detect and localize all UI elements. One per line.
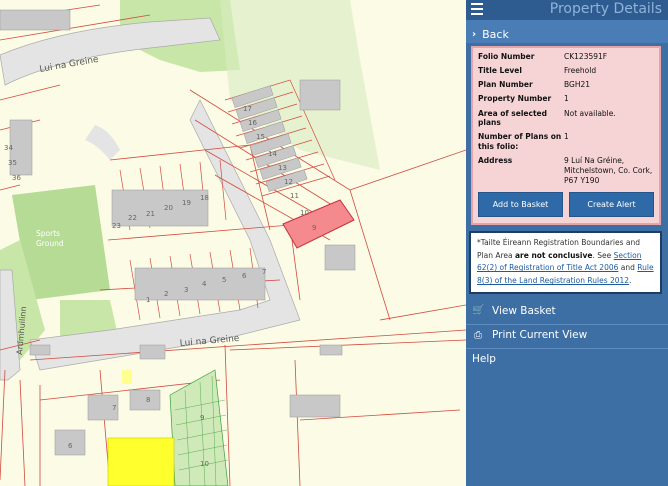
house-number: 18 — [200, 194, 209, 202]
house-number: 13 — [278, 164, 287, 172]
detail-key: Title Level — [478, 66, 522, 76]
detail-key: Folio Number — [478, 52, 535, 61]
house-number: 7 — [112, 404, 116, 412]
detail-value: 1 — [564, 94, 569, 104]
house-number: 4 — [202, 280, 207, 288]
property-details-box: Folio Number CK123591F Title Level Freehol… — [471, 46, 661, 225]
detail-value: CK123591F — [564, 52, 608, 61]
house-number: 17 — [243, 105, 252, 113]
house-number: 36 — [12, 174, 21, 182]
house-number: 2 — [164, 290, 168, 298]
detail-row: Property Number 1 — [478, 94, 654, 104]
detail-row: Address 9 Luí Na Gréine, Mitchelstown, Co… — [478, 156, 654, 186]
detail-row: Area of selected plans Not available. — [478, 109, 654, 129]
house-number: 6 — [68, 442, 73, 450]
house-number: 8 — [146, 396, 150, 404]
help-button[interactable]: Help — [466, 347, 668, 370]
create-alert-button[interactable]: Create Alert — [569, 191, 654, 217]
detail-key: Plan Number — [478, 80, 533, 90]
house-number: 15 — [256, 133, 265, 141]
map-canvas[interactable]: Lui na Greine Lui na Greine Ardmhuilinn … — [0, 0, 466, 486]
house-number: 10 — [300, 209, 309, 217]
basket-icon: 🛒 — [472, 305, 485, 317]
house-number: 5 — [222, 276, 226, 284]
house-number: 12 — [284, 178, 293, 186]
house-number: 10 — [200, 460, 209, 468]
house-number: 20 — [164, 204, 173, 212]
print-current-view-button[interactable]: ⎙ Print Current View — [466, 323, 668, 346]
panel-header: Property Details — [466, 0, 668, 20]
help-label: Help — [472, 353, 496, 366]
detail-key: Property Number — [478, 94, 552, 104]
property-details-panel: Property Details › Back Folio Number CK12… — [466, 0, 668, 486]
note-bold: are not conclusive — [514, 250, 593, 260]
house-number: 34 — [4, 144, 13, 152]
detail-row: Plan Number BGH21 — [478, 80, 654, 90]
back-label: Back — [482, 27, 509, 41]
house-number: 19 — [182, 199, 191, 207]
house-number: 1 — [146, 296, 150, 304]
add-to-basket-button[interactable]: Add to Basket — [478, 191, 563, 217]
printer-icon: ⎙ — [474, 329, 482, 341]
house-number: 11 — [290, 192, 299, 200]
house-number: 23 — [112, 222, 121, 230]
view-basket-label: View Basket — [492, 304, 556, 317]
disclaimer-note: *Tailte Éireann Registration Boundaries … — [469, 230, 662, 294]
detail-value: BGH21 — [564, 80, 591, 90]
chevron-right-icon: › — [472, 28, 477, 40]
house-number: 35 — [8, 159, 17, 167]
note-text: and — [618, 263, 638, 273]
print-label: Print Current View — [492, 329, 588, 342]
house-number: 7 — [262, 268, 266, 276]
detail-row: Folio Number CK123591F — [478, 52, 654, 62]
hamburger-menu-icon[interactable] — [471, 3, 483, 15]
house-number: 21 — [146, 210, 155, 218]
house-number: 22 — [128, 214, 137, 222]
detail-value: 1 — [564, 132, 569, 141]
house-number: 3 — [184, 286, 188, 294]
action-buttons: Add to Basket Create Alert — [478, 191, 654, 217]
detail-value: Freehold — [564, 66, 597, 76]
house-number: 6 — [242, 272, 247, 280]
detail-value: Not available. — [564, 108, 616, 118]
detail-row: Title Level Freehold — [478, 66, 654, 76]
detail-key: Address — [478, 155, 513, 165]
detail-row: Number of Plans on this folio: 1 — [478, 132, 654, 152]
house-number: 9 — [312, 224, 316, 232]
house-number: 16 — [248, 119, 257, 127]
house-number: 9 — [200, 414, 204, 422]
view-basket-button[interactable]: 🛒 View Basket — [466, 300, 668, 322]
note-text: . — [629, 276, 632, 286]
back-button[interactable]: › Back — [466, 20, 668, 43]
detail-key: Number of Plans on this folio: — [478, 132, 562, 151]
detail-key: Area of selected plans — [478, 108, 547, 128]
detail-value: 9 Luí Na Gréine, Mitchelstown, Co. Cork,… — [564, 155, 653, 185]
note-text: . See — [592, 250, 614, 260]
panel-title: Property Details — [549, 1, 662, 17]
house-number: 14 — [268, 150, 277, 158]
area-label: Ground — [36, 239, 64, 248]
area-label: Sports — [36, 229, 60, 238]
